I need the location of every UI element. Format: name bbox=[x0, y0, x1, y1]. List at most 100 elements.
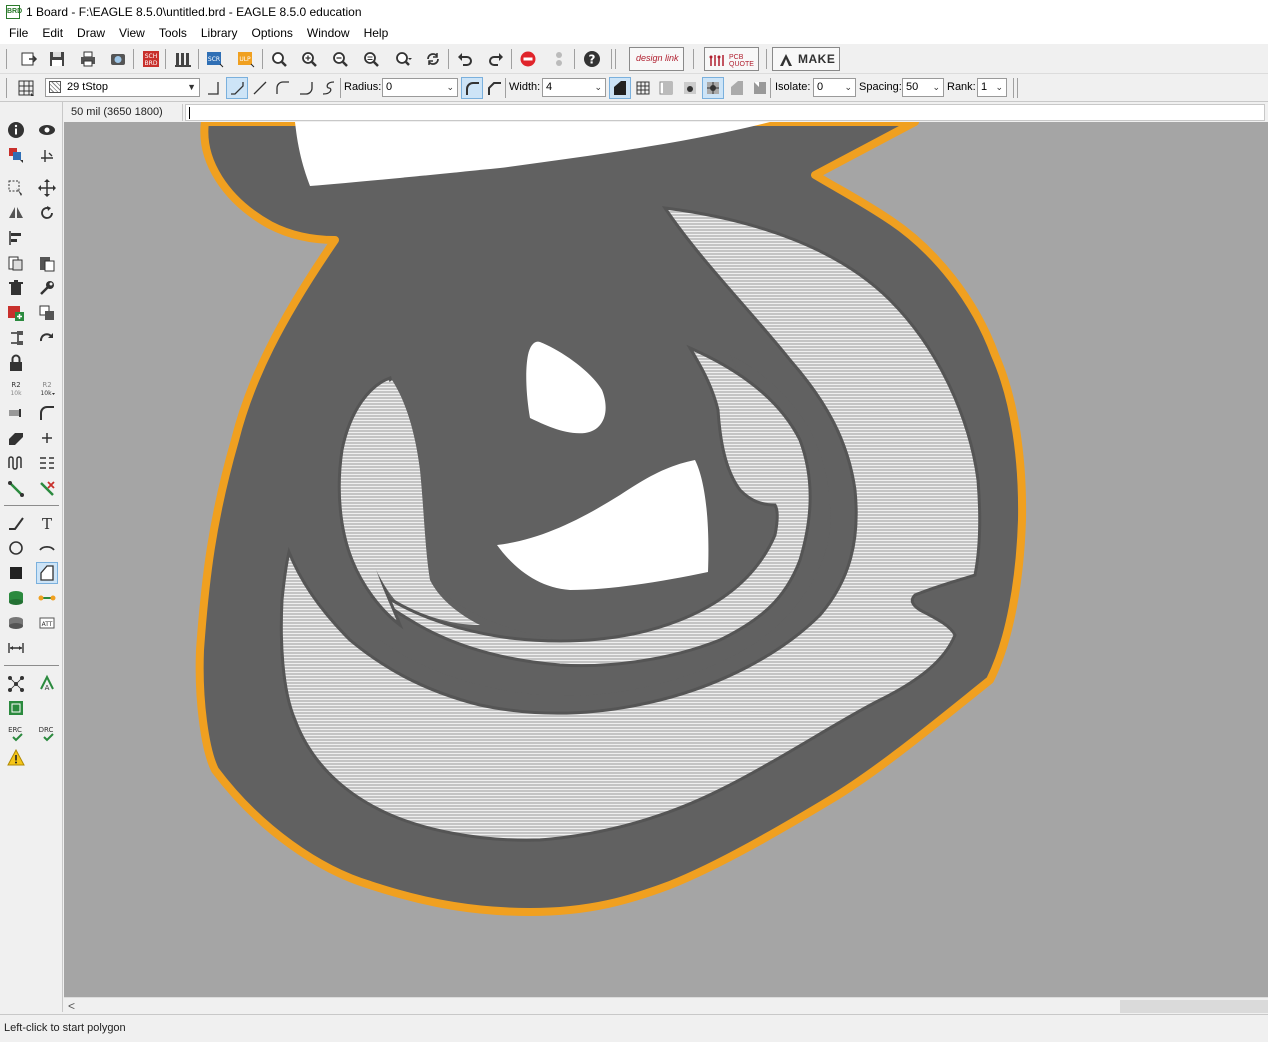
miter-icon[interactable] bbox=[36, 402, 58, 424]
zoom-in-icon[interactable] bbox=[298, 48, 320, 70]
thermals-on-icon[interactable] bbox=[702, 77, 724, 99]
thermals-icon[interactable] bbox=[679, 77, 701, 99]
save-icon[interactable] bbox=[46, 48, 68, 70]
keep-island-icon[interactable] bbox=[749, 77, 771, 99]
copy-icon[interactable] bbox=[5, 252, 27, 274]
text-icon[interactable]: T bbox=[36, 512, 58, 534]
spacing-select[interactable]: 50 ⌄ bbox=[902, 78, 944, 97]
rectangle-icon[interactable] bbox=[5, 562, 27, 584]
zoom-out-icon[interactable] bbox=[329, 48, 351, 70]
info-icon[interactable] bbox=[5, 119, 27, 141]
route-icon[interactable] bbox=[5, 477, 27, 499]
menu-file[interactable]: File bbox=[2, 23, 35, 44]
grid-icon[interactable] bbox=[15, 77, 37, 99]
print-icon[interactable] bbox=[77, 48, 99, 70]
horizontal-scrollbar[interactable]: < bbox=[64, 997, 1268, 1014]
menu-options[interactable]: Options bbox=[245, 23, 300, 44]
script-icon[interactable]: SCR bbox=[204, 48, 226, 70]
ulp-icon[interactable]: ULP bbox=[235, 48, 257, 70]
wire-bend-45-icon[interactable] bbox=[226, 77, 248, 99]
width-select[interactable]: 4 ⌄ bbox=[542, 78, 606, 97]
value-icon[interactable]: R2 10k bbox=[36, 377, 58, 399]
zoom-previous-icon[interactable] bbox=[360, 48, 382, 70]
pour-solid-icon[interactable] bbox=[609, 77, 631, 99]
pcb-quote-button[interactable]: PCB QUOTE bbox=[704, 47, 759, 71]
ratsnest-icon[interactable] bbox=[5, 672, 27, 694]
paste-from-icon[interactable] bbox=[36, 452, 58, 474]
radius-select[interactable]: 0 ⌄ bbox=[382, 78, 458, 97]
change-icon[interactable] bbox=[36, 327, 58, 349]
split-icon[interactable] bbox=[5, 427, 27, 449]
dimension-icon[interactable] bbox=[5, 637, 27, 659]
menu-view[interactable]: View bbox=[112, 23, 152, 44]
delete-icon[interactable] bbox=[5, 277, 27, 299]
scroll-left-icon[interactable]: < bbox=[68, 998, 75, 1014]
swap-icon[interactable] bbox=[5, 327, 27, 349]
redo-icon[interactable] bbox=[485, 48, 507, 70]
wire-bend-90-icon[interactable] bbox=[203, 77, 225, 99]
board-outline-icon[interactable] bbox=[5, 697, 27, 719]
switch-sch-brd-icon[interactable]: SCH BRD bbox=[140, 48, 162, 70]
pour-hatch-icon[interactable] bbox=[632, 77, 654, 99]
scrollbar-thumb[interactable] bbox=[1120, 1000, 1268, 1013]
paste-icon[interactable] bbox=[36, 252, 58, 274]
add-part-icon[interactable] bbox=[5, 302, 27, 324]
rotate-icon[interactable] bbox=[36, 202, 58, 224]
undo-icon[interactable] bbox=[454, 48, 476, 70]
layer-select[interactable]: 29 tStop ▼ bbox=[45, 78, 200, 97]
show-icon[interactable] bbox=[36, 119, 58, 141]
mark-icon[interactable] bbox=[36, 144, 58, 166]
lock-icon[interactable] bbox=[5, 352, 27, 374]
wire-bend-spline-icon[interactable] bbox=[318, 77, 340, 99]
menu-library[interactable]: Library bbox=[194, 23, 245, 44]
go-icon[interactable] bbox=[548, 48, 570, 70]
mirror-icon[interactable] bbox=[5, 202, 27, 224]
open-icon[interactable] bbox=[18, 48, 40, 70]
signal-icon[interactable] bbox=[36, 587, 58, 609]
wire-icon[interactable] bbox=[5, 512, 27, 534]
board-canvas[interactable] bbox=[64, 122, 1268, 998]
chamfer-corner-icon[interactable] bbox=[483, 77, 505, 99]
properties-wrench-icon[interactable] bbox=[36, 277, 58, 299]
designlink-button[interactable]: design link bbox=[629, 47, 684, 71]
help-icon[interactable]: ? bbox=[581, 48, 603, 70]
drc-icon[interactable]: DRC bbox=[36, 722, 58, 744]
meander-icon[interactable] bbox=[5, 452, 27, 474]
optimize-icon[interactable] bbox=[36, 427, 58, 449]
hole-icon[interactable] bbox=[5, 612, 27, 634]
replace-icon[interactable] bbox=[36, 302, 58, 324]
name-icon[interactable]: R2 10k bbox=[5, 377, 27, 399]
wire-bend-straight-icon[interactable] bbox=[249, 77, 271, 99]
zoom-select-icon[interactable] bbox=[392, 48, 414, 70]
display-layers-icon[interactable] bbox=[5, 144, 27, 166]
autorouter-icon[interactable]: A bbox=[36, 672, 58, 694]
smash-icon[interactable] bbox=[5, 402, 27, 424]
redraw-icon[interactable] bbox=[422, 48, 444, 70]
menu-help[interactable]: Help bbox=[357, 23, 396, 44]
wire-bend-arc-icon[interactable] bbox=[272, 77, 294, 99]
ripup-icon[interactable] bbox=[36, 477, 58, 499]
stop-icon[interactable] bbox=[517, 48, 539, 70]
cutout-icon[interactable] bbox=[726, 77, 748, 99]
rank-select[interactable]: 1 ⌄ bbox=[977, 78, 1007, 97]
wire-bend-arc2-icon[interactable] bbox=[295, 77, 317, 99]
isolate-select[interactable]: 0 ⌄ bbox=[813, 78, 856, 97]
command-line-input[interactable] bbox=[185, 104, 1265, 121]
zoom-fit-icon[interactable] bbox=[268, 48, 290, 70]
menu-tools[interactable]: Tools bbox=[152, 23, 194, 44]
library-icon[interactable] bbox=[172, 48, 194, 70]
cam-processor-icon[interactable] bbox=[107, 48, 129, 70]
arc-icon[interactable] bbox=[36, 537, 58, 559]
orphans-icon[interactable] bbox=[655, 77, 677, 99]
warning-icon[interactable] bbox=[5, 747, 27, 769]
menu-edit[interactable]: Edit bbox=[35, 23, 70, 44]
polygon-icon[interactable] bbox=[36, 562, 58, 584]
circle-icon[interactable] bbox=[5, 537, 27, 559]
make-button[interactable]: MAKE bbox=[772, 47, 840, 71]
group-icon[interactable] bbox=[5, 177, 27, 199]
move-icon[interactable] bbox=[36, 177, 58, 199]
menu-draw[interactable]: Draw bbox=[70, 23, 112, 44]
menu-window[interactable]: Window bbox=[300, 23, 357, 44]
round-corner-icon[interactable] bbox=[461, 77, 483, 99]
erc-icon[interactable]: ERC bbox=[5, 722, 27, 744]
